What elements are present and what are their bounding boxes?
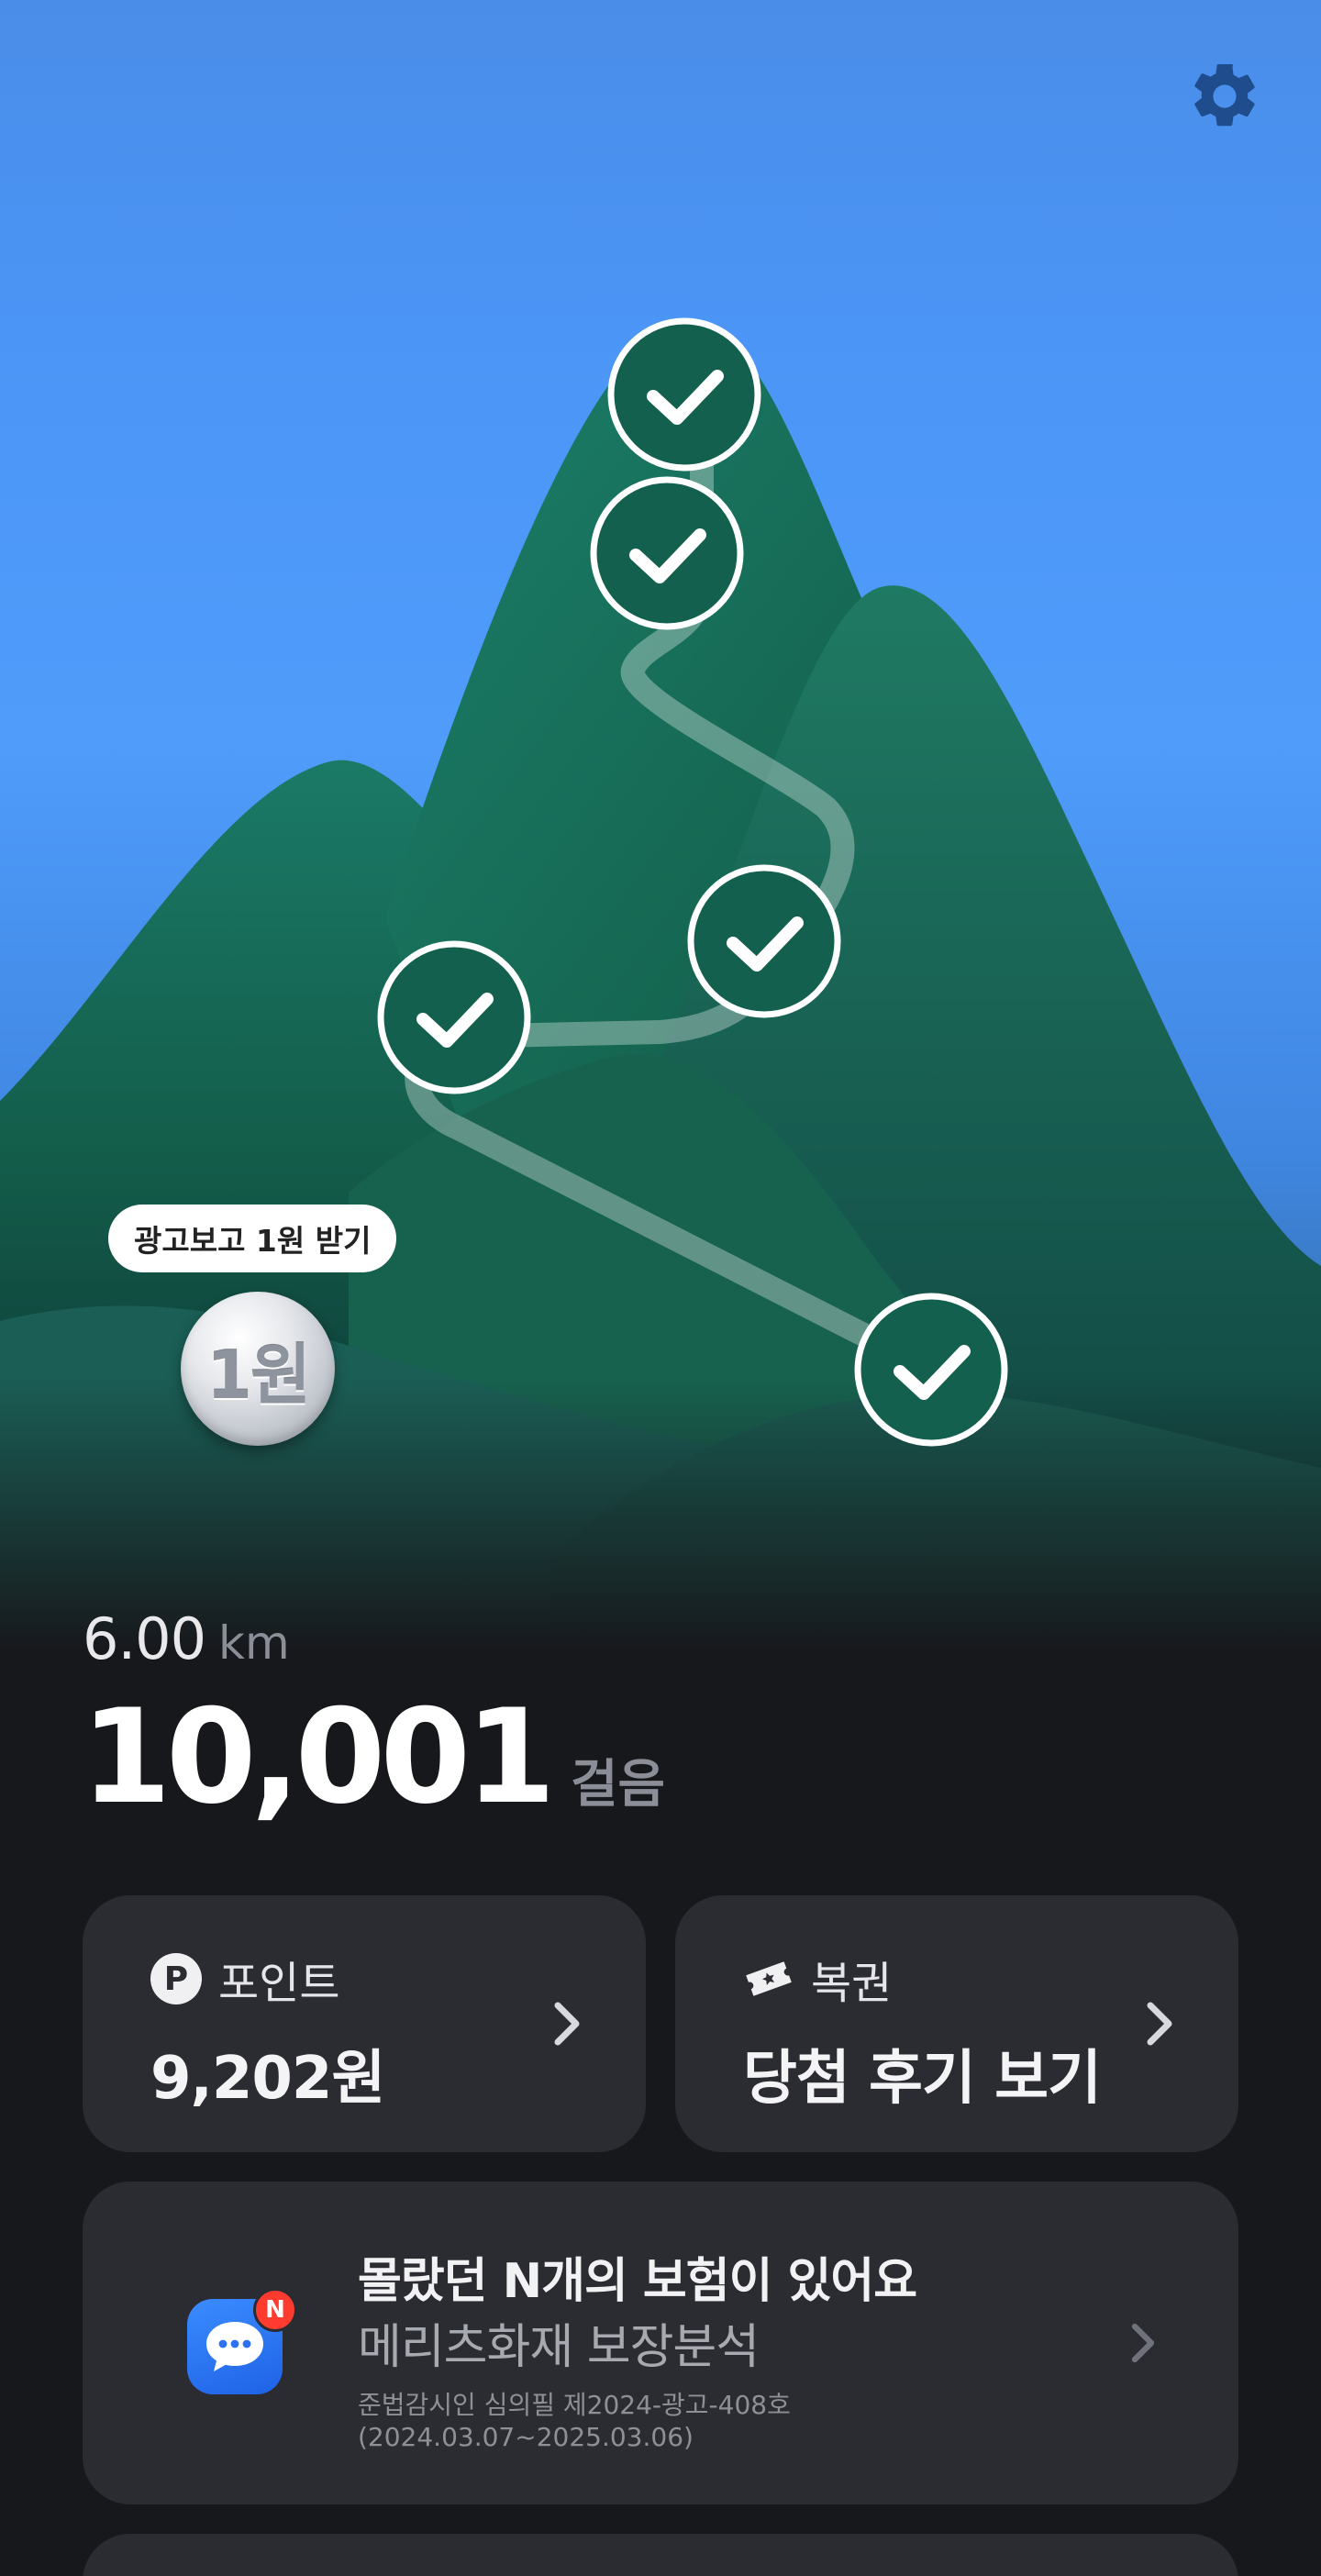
settings-button[interactable]	[1183, 55, 1266, 138]
ad-validity-period: (2024.03.07~2025.03.06)	[358, 2422, 694, 2452]
checkpoint-4[interactable]	[377, 940, 531, 1094]
next-card[interactable]	[83, 2534, 1238, 2576]
lotto-value: 당첨 후기 보기	[743, 2045, 1102, 2113]
ticket-icon	[746, 1961, 792, 1996]
coin-label: 1원	[205, 1336, 311, 1414]
steps-display: 10,001 걸음	[81, 1693, 665, 1823]
checkpoint-5[interactable]	[854, 1293, 1008, 1447]
chevron-right-icon	[1131, 2323, 1155, 2363]
chevron-right-icon	[1147, 2002, 1172, 2046]
walking-map-screen: 광고보고 1원 받기 1원 6.00 km 10,001 걸음 P 포인트 9,…	[0, 0, 1321, 2576]
point-label: 포인트	[218, 1958, 340, 2009]
point-card[interactable]: P 포인트 9,202원	[83, 1895, 646, 2152]
ad-subtitle: 메리츠화재 보장분석	[358, 2320, 760, 2375]
point-value: 9,202원	[150, 2045, 385, 2113]
checkpoint-1[interactable]	[607, 317, 761, 472]
checkpoint-3[interactable]	[687, 864, 841, 1018]
steps-unit: 걸음	[570, 1755, 666, 1815]
point-card-header: P 포인트	[150, 1947, 339, 2011]
ad-reward-button[interactable]: 광고보고 1원 받기	[108, 1205, 397, 1272]
coin-button[interactable]: 1원	[181, 1292, 335, 1446]
steps-value: 10,001	[81, 1682, 556, 1833]
lotto-card[interactable]: 복권 당첨 후기 보기	[675, 1895, 1238, 2152]
distance-display: 6.00 km	[83, 1605, 290, 1672]
p-coin-icon: P	[150, 1953, 202, 2004]
new-badge: N	[253, 2288, 297, 2332]
ad-compliance-note: 준법감시인 심의필 제2024-광고-408호	[358, 2390, 791, 2420]
chevron-right-icon	[554, 2002, 580, 2046]
lotto-card-header: 복권	[743, 1947, 892, 2011]
distance-value: 6.00	[83, 1605, 206, 1672]
ad-title: 몰랐던 N개의 보험이 있어요	[358, 2254, 917, 2309]
lotto-label: 복권	[811, 1958, 893, 2009]
ad-reward-label: 광고보고 1원 받기	[134, 1223, 372, 1259]
checkpoint-2[interactable]	[590, 476, 744, 630]
insurance-ad-banner[interactable]: N 몰랐던 N개의 보험이 있어요 메리츠화재 보장분석 준법감시인 심의필 제…	[83, 2182, 1238, 2504]
distance-unit: km	[218, 1616, 290, 1670]
gear-icon	[1194, 63, 1255, 127]
